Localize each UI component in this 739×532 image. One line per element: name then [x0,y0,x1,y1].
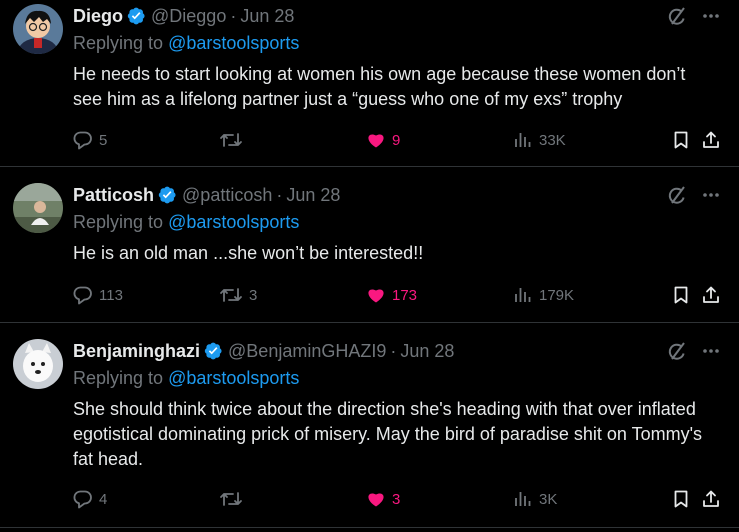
views-count: 179K [539,286,575,304]
header-actions [667,341,721,361]
more-icon[interactable] [701,6,721,26]
views-count: 3K [539,490,558,508]
header-actions [667,185,721,205]
replying-to-label: Replying to [73,33,169,53]
avatar[interactable] [13,183,63,233]
tweet[interactable]: Benjaminghazi @BenjaminGHAZI9 · Jun 28 R… [0,323,739,528]
views-button[interactable]: 179K [513,285,574,305]
header-actions [667,6,721,26]
bookmark-button[interactable] [671,489,691,509]
share-button[interactable] [701,489,721,509]
share-icon [703,286,719,303]
action-bar: 5 9 33K [73,128,721,152]
like-button[interactable]: 3 [366,489,400,509]
display-name[interactable]: Patticosh [73,185,154,206]
retweet-button[interactable] [219,130,249,150]
like-button[interactable]: 9 [366,130,400,150]
retweet-button[interactable]: 3 [219,285,257,305]
replying-to: Replying to @barstoolsports [73,212,725,236]
timestamp[interactable]: Jun 28 [286,185,340,206]
views-button[interactable]: 3K [513,489,557,509]
handle[interactable]: @BenjaminGHAZI9 [228,341,386,362]
bookmark-icon [674,286,688,304]
replying-to-label: Replying to [73,212,169,232]
reply-count: 5 [99,131,108,149]
share-button[interactable] [701,285,721,305]
separator-dot: · [390,340,397,361]
reply-button[interactable]: 5 [73,130,107,150]
action-bar: 113 3 173 179K [73,283,721,307]
grok-icon[interactable] [667,341,687,361]
tweet-header: Benjaminghazi @BenjaminGHAZI9 · Jun 28 [73,339,725,363]
tweet-text: He is an old man ...she won’t be interes… [73,243,424,263]
timestamp[interactable]: Jun 28 [400,341,454,362]
replying-to-link[interactable]: @barstoolsports [168,368,299,388]
handle[interactable]: @patticosh [182,185,272,206]
views-count: 33K [539,131,566,149]
more-icon[interactable] [701,185,721,205]
tweet-header: Diego @Dieggo · Jun 28 [73,4,725,28]
replying-to: Replying to @barstoolsports [73,33,725,57]
reply-count: 113 [99,286,123,304]
views-icon [515,492,531,506]
reply-button[interactable]: 113 [73,285,123,305]
tweet-header: Patticosh @patticosh · Jun 28 [73,183,725,207]
grok-icon[interactable] [667,185,687,205]
separator-dot: · [230,5,237,26]
views-button[interactable]: 33K [513,130,566,150]
retweet-count: 3 [249,286,258,304]
views-icon [515,133,531,147]
replying-to-link[interactable]: @barstoolsports [168,212,299,232]
reply-button[interactable]: 4 [73,489,107,509]
share-icon [703,131,719,148]
tweet[interactable]: Diego @Dieggo · Jun 28 Replying to @bars… [0,0,739,167]
display-name[interactable]: Diego [73,6,123,27]
retweet-icon [220,492,242,506]
share-button[interactable] [701,130,721,150]
reply-icon [73,286,92,305]
replying-to: Replying to @barstoolsports [73,368,725,392]
replying-to-label: Replying to [73,368,169,388]
tweet-text: He needs to start looking at women his o… [73,64,686,109]
tweet[interactable]: Patticosh @patticosh · Jun 28 Replying t… [0,167,739,323]
like-count: 173 [392,286,418,304]
more-icon[interactable] [701,341,721,361]
reply-count: 4 [99,490,108,508]
handle[interactable]: @Dieggo [151,6,226,27]
separator-dot: · [276,184,283,205]
tweet-text: She should think twice about the directi… [73,399,703,469]
avatar[interactable] [13,4,63,54]
views-icon [515,288,531,302]
avatar[interactable] [13,339,63,389]
replying-to-link[interactable]: @barstoolsports [168,33,299,53]
action-bar: 4 3 3K [73,487,721,511]
grok-icon[interactable] [667,6,687,26]
bookmark-button[interactable] [671,285,691,305]
timestamp[interactable]: Jun 28 [240,6,294,27]
bookmark-icon [674,131,688,149]
like-count: 3 [392,490,401,508]
retweet-icon [220,288,242,302]
verified-badge-icon [127,7,145,25]
retweet-icon [220,133,242,147]
retweet-button[interactable] [219,489,249,509]
reply-icon [73,490,92,509]
like-icon [368,134,384,148]
share-icon [703,490,719,507]
reply-icon [73,131,92,150]
display-name[interactable]: Benjaminghazi [73,341,200,362]
bookmark-button[interactable] [671,130,691,150]
like-count: 9 [392,131,401,149]
like-icon [368,289,384,303]
like-icon [368,493,384,507]
verified-badge-icon [204,342,222,360]
bookmark-icon [674,490,688,508]
like-button[interactable]: 173 [366,285,417,305]
verified-badge-icon [158,186,176,204]
